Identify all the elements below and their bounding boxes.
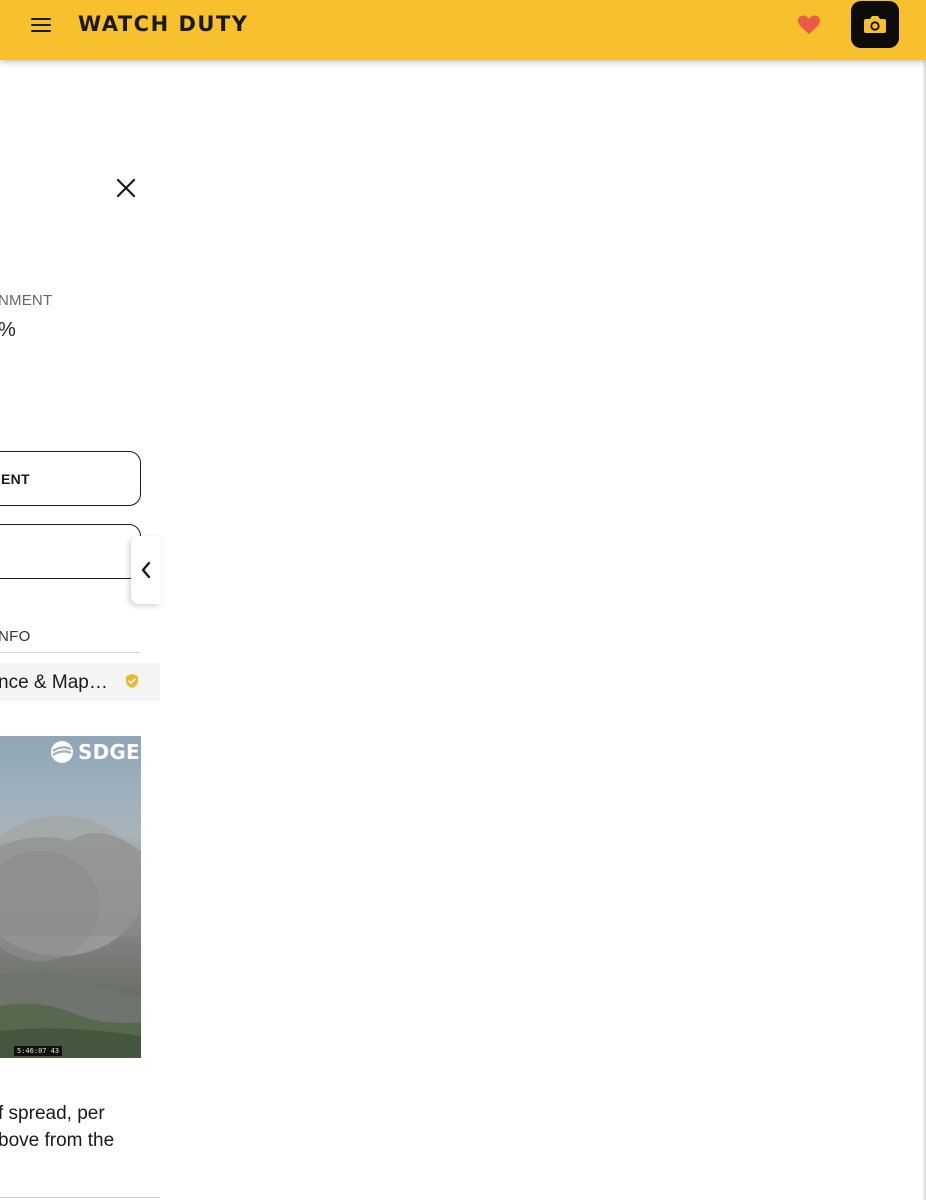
bottom-divider [0,1197,160,1198]
menu-button[interactable] [28,14,54,38]
favorites-button[interactable] [797,14,821,36]
close-button[interactable] [114,176,138,200]
menu-icon [31,18,51,20]
info-link-label: nce & Map… [0,672,108,693]
incident-description: f spread, per bove from the [0,1100,148,1154]
outline-button-secondary[interactable] [0,524,141,579]
section-divider [0,652,140,653]
app-brand: WATCH DUTY [78,12,249,36]
containment-label: NMENT [0,292,53,309]
camera-icon [864,16,886,33]
camera-feed-image[interactable]: SDGE 5:46:07 43 [0,736,141,1058]
outline-button-primary[interactable]: ENT [0,451,141,506]
info-link-row[interactable]: nce & Map… [0,663,160,701]
heart-icon [798,15,820,34]
verified-shield-icon [126,674,138,688]
collapse-panel-button[interactable] [131,536,161,604]
outline-button-primary-label: ENT [1,471,30,487]
top-bar: WATCH DUTY [0,0,926,60]
chevron-left-icon [141,561,151,579]
camera-timestamp: 5:46:07 43 [14,1046,63,1056]
description-line: f spread, per [0,1103,105,1124]
containment-value: % [0,319,16,342]
section-header-info: NFO [0,628,31,645]
camera-button[interactable] [851,1,899,48]
sdge-logo-text: SDGE [78,740,140,764]
sdge-logo: SDGE [50,740,140,764]
description-line: bove from the [0,1130,115,1151]
app-root: WATCH DUTY NMENT % ENT [0,0,926,1200]
close-icon [116,178,136,198]
sdge-logo-mark [51,741,73,763]
incident-detail-panel: NMENT % ENT NFO nce & Map… [0,60,160,1200]
camera-scene [0,816,141,1058]
map-area[interactable] [160,60,926,1200]
